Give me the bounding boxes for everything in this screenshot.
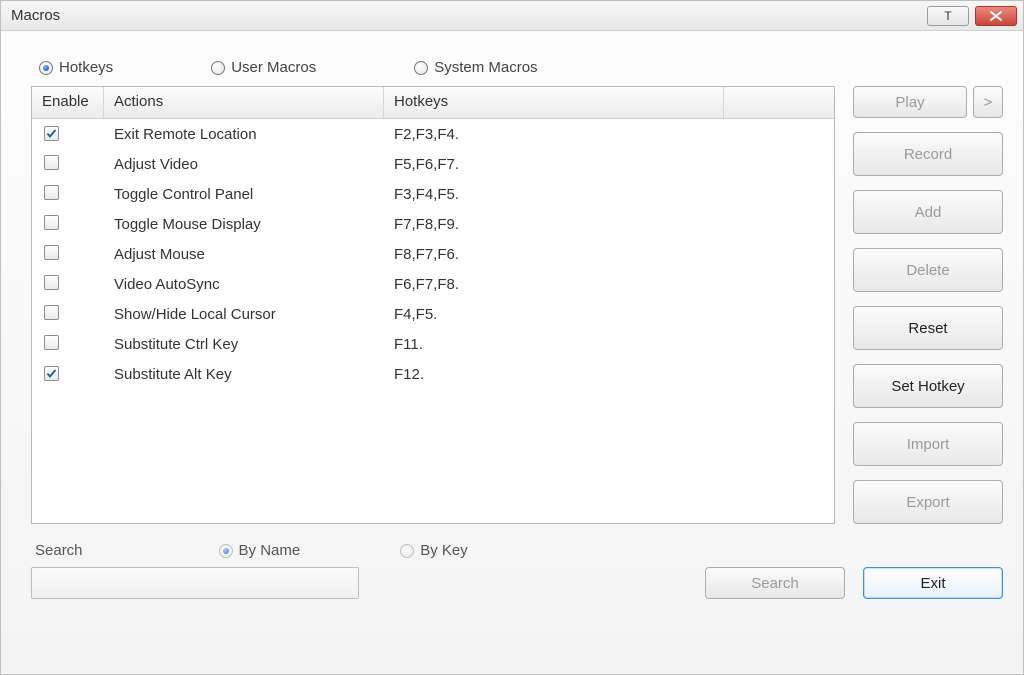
action-cell: Substitute Alt Key	[104, 366, 384, 383]
tab-user-macros-label: User Macros	[231, 59, 316, 76]
action-cell: Exit Remote Location	[104, 126, 384, 143]
hotkey-cell: F7,F8,F9.	[384, 216, 724, 233]
close-icon	[990, 11, 1002, 21]
col-header-tail	[724, 87, 834, 118]
enable-checkbox[interactable]	[44, 335, 59, 350]
radio-user-macros[interactable]	[211, 61, 225, 75]
radio-hotkeys[interactable]	[39, 61, 53, 75]
content-area: Hotkeys User Macros System Macros Enable…	[1, 31, 1023, 674]
titlebar-buttons: T	[927, 6, 1017, 26]
table-row[interactable]: Substitute Ctrl KeyF11.	[32, 329, 834, 359]
grid-header: Enable Actions Hotkeys	[32, 87, 834, 119]
search-by-key-option[interactable]: By Key	[400, 542, 468, 559]
table-row[interactable]: Toggle Control PanelF3,F4,F5.	[32, 179, 834, 209]
hotkey-cell: F3,F4,F5.	[384, 186, 724, 203]
tab-hotkeys-label: Hotkeys	[59, 59, 113, 76]
titlebar: Macros T	[1, 1, 1023, 31]
by-name-label: By Name	[239, 542, 301, 559]
tab-user-macros[interactable]: User Macros	[211, 59, 316, 76]
record-button[interactable]: Record	[853, 132, 1003, 176]
export-button[interactable]: Export	[853, 480, 1003, 524]
hotkey-cell: F5,F6,F7.	[384, 156, 724, 173]
search-input[interactable]	[31, 567, 359, 599]
search-options-row: Search By Name By Key	[31, 542, 1003, 559]
by-key-label: By Key	[420, 542, 468, 559]
table-row[interactable]: Adjust MouseF8,F7,F6.	[32, 239, 834, 269]
action-cell: Substitute Ctrl Key	[104, 336, 384, 353]
search-by-name-option[interactable]: By Name	[219, 542, 301, 559]
action-cell: Adjust Video	[104, 156, 384, 173]
table-row[interactable]: Show/Hide Local CursorF4,F5.	[32, 299, 834, 329]
enable-cell	[32, 126, 104, 143]
close-button[interactable]	[975, 6, 1017, 26]
table-row[interactable]: Adjust VideoF5,F6,F7.	[32, 149, 834, 179]
action-cell: Show/Hide Local Cursor	[104, 306, 384, 323]
play-button[interactable]: Play	[853, 86, 967, 118]
hotkey-cell: F2,F3,F4.	[384, 126, 724, 143]
table-row[interactable]: Toggle Mouse DisplayF7,F8,F9.	[32, 209, 834, 239]
tab-hotkeys[interactable]: Hotkeys	[39, 59, 113, 76]
enable-cell	[32, 245, 104, 264]
action-cell: Toggle Mouse Display	[104, 216, 384, 233]
hotkey-cell: F6,F7,F8.	[384, 276, 724, 293]
add-button[interactable]: Add	[853, 190, 1003, 234]
radio-by-name[interactable]	[219, 544, 233, 558]
enable-checkbox[interactable]	[44, 245, 59, 260]
enable-cell	[32, 215, 104, 234]
macros-grid: Enable Actions Hotkeys Exit Remote Locat…	[31, 86, 835, 524]
enable-checkbox[interactable]	[44, 185, 59, 200]
enable-checkbox[interactable]	[44, 126, 59, 141]
exit-button[interactable]: Exit	[863, 567, 1003, 599]
view-tabs: Hotkeys User Macros System Macros	[31, 59, 1003, 76]
enable-checkbox[interactable]	[44, 215, 59, 230]
titlebar-t-button[interactable]: T	[927, 6, 969, 26]
play-row: Play >	[853, 86, 1003, 118]
table-row[interactable]: Video AutoSyncF6,F7,F8.	[32, 269, 834, 299]
enable-cell	[32, 366, 104, 383]
enable-cell	[32, 185, 104, 204]
tab-system-macros[interactable]: System Macros	[414, 59, 537, 76]
tab-system-macros-label: System Macros	[434, 59, 537, 76]
window-title: Macros	[11, 7, 927, 24]
table-row[interactable]: Substitute Alt KeyF12.	[32, 359, 834, 389]
col-header-enable[interactable]: Enable	[32, 87, 104, 118]
search-button[interactable]: Search	[705, 567, 845, 599]
enable-checkbox[interactable]	[44, 305, 59, 320]
action-cell: Toggle Control Panel	[104, 186, 384, 203]
enable-checkbox[interactable]	[44, 275, 59, 290]
check-icon	[46, 368, 57, 379]
enable-checkbox[interactable]	[44, 155, 59, 170]
set-hotkey-button[interactable]: Set Hotkey	[853, 364, 1003, 408]
grid-body: Exit Remote LocationF2,F3,F4.Adjust Vide…	[32, 119, 834, 523]
radio-by-key[interactable]	[400, 544, 414, 558]
radio-system-macros[interactable]	[414, 61, 428, 75]
hotkey-cell: F8,F7,F6.	[384, 246, 724, 263]
enable-cell	[32, 155, 104, 174]
check-icon	[46, 128, 57, 139]
col-header-hotkeys[interactable]: Hotkeys	[384, 87, 724, 118]
macros-window: Macros T Hotkeys User Macros System Macr…	[0, 0, 1024, 675]
hotkey-cell: F12.	[384, 366, 724, 383]
bottom-row: Search Exit	[31, 567, 1003, 599]
main-row: Enable Actions Hotkeys Exit Remote Locat…	[31, 86, 1003, 524]
hotkey-cell: F11.	[384, 336, 724, 353]
play-more-button[interactable]: >	[973, 86, 1003, 118]
enable-cell	[32, 275, 104, 294]
import-button[interactable]: Import	[853, 422, 1003, 466]
enable-cell	[32, 335, 104, 354]
action-cell: Video AutoSync	[104, 276, 384, 293]
side-buttons: Play > Record Add Delete Reset Set Hotke…	[853, 86, 1003, 524]
delete-button[interactable]: Delete	[853, 248, 1003, 292]
col-header-actions[interactable]: Actions	[104, 87, 384, 118]
enable-cell	[32, 305, 104, 324]
enable-checkbox[interactable]	[44, 366, 59, 381]
action-cell: Adjust Mouse	[104, 246, 384, 263]
reset-button[interactable]: Reset	[853, 306, 1003, 350]
table-row[interactable]: Exit Remote LocationF2,F3,F4.	[32, 119, 834, 149]
search-label: Search	[35, 542, 83, 559]
hotkey-cell: F4,F5.	[384, 306, 724, 323]
